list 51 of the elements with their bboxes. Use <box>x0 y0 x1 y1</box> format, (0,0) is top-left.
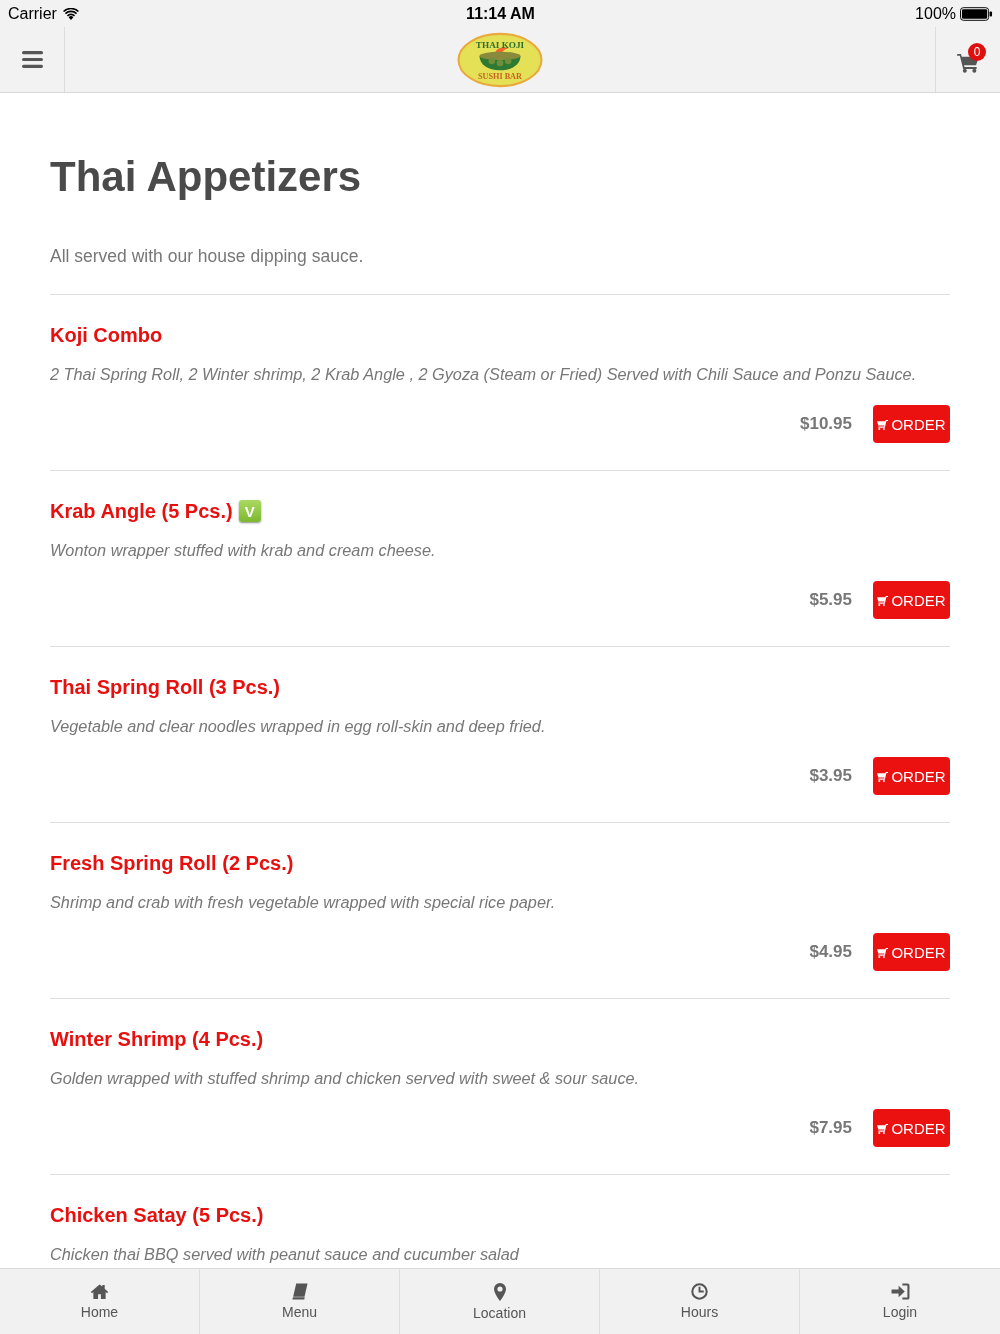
order-button[interactable]: ORDER <box>873 933 950 971</box>
tab-bar-item[interactable]: Login <box>800 1269 1000 1334</box>
map-pin-icon <box>493 1282 506 1301</box>
status-time: 11:14 AM <box>466 4 535 23</box>
item-price: $10.95 <box>800 414 852 434</box>
order-button[interactable]: ORDER <box>873 757 950 795</box>
item-description: Shrimp and crab with fresh vegetable wrapped with special rice paper. <box>50 892 557 913</box>
carrier-label: Carrier <box>8 4 57 23</box>
clock-icon <box>690 1283 709 1300</box>
section-subtitle: All served with our house dipping sauce. <box>50 245 365 268</box>
wifi-icon <box>62 7 79 20</box>
item-description: Wonton wrapper stuffed with krab and cream cheese. <box>50 540 437 561</box>
battery-icon <box>960 6 993 21</box>
item-price: $3.95 <box>809 766 852 786</box>
home-icon <box>90 1283 109 1300</box>
item-price: $5.95 <box>809 590 852 610</box>
battery-percent: 100% <box>915 4 956 23</box>
order-button[interactable]: ORDER <box>873 1109 950 1147</box>
order-button[interactable]: ORDER <box>873 581 950 619</box>
item-name: Krab Angle (5 Pcs.) <box>50 499 233 524</box>
item-price: $4.95 <box>809 942 852 962</box>
tab-bar-item[interactable]: Home <box>0 1269 200 1334</box>
cart-button[interactable]: 0 <box>935 27 1000 92</box>
logo-text: SUSHI BAR <box>478 71 522 81</box>
order-button[interactable]: ORDER <box>873 405 950 443</box>
cart-count-badge: 0 <box>968 43 986 61</box>
tab-bar-item[interactable]: Menu <box>200 1269 400 1334</box>
food-bowl-drawing <box>479 46 521 70</box>
cart-icon <box>877 770 889 782</box>
item-description: 2 Thai Spring Roll, 2 Winter shrimp, 2 Krab Angle , 2 Gyoza (Steam or Fried) Served with Chili Sauce and Ponzu Sauce. <box>50 364 918 385</box>
item-description: Chicken thai BBQ served with peanut sauce and cucumber salad <box>50 1244 520 1265</box>
item-price: $7.95 <box>809 1118 852 1138</box>
logo-text: THAI KOJI <box>475 39 525 50</box>
tab-bar-item[interactable]: Location <box>400 1269 600 1334</box>
cart-icon <box>877 1122 889 1134</box>
book-icon <box>290 1283 309 1300</box>
item-name: Koji Combo <box>50 323 163 348</box>
item-name: Thai Spring Roll (3 Pcs.) <box>50 675 281 700</box>
cart-icon <box>877 594 889 606</box>
cart-icon <box>877 418 889 430</box>
tab-bar-item[interactable]: Hours <box>600 1269 800 1334</box>
item-name: Winter Shrimp (4 Pcs.) <box>50 1027 264 1052</box>
menu-icon <box>21 51 43 68</box>
section-title: Thai Appetizers <box>50 152 363 202</box>
cart-icon <box>877 946 889 958</box>
item-description: Vegetable and clear noodles wrapped in egg roll-skin and deep fried. <box>50 716 547 737</box>
item-description: Golden wrapped with stuffed shrimp and chicken served with sweet & sour sauce. <box>50 1068 641 1089</box>
item-name: Chicken Satay (5 Pcs.) <box>50 1203 264 1228</box>
sign-in-icon <box>890 1283 910 1300</box>
item-name: Fresh Spring Roll (2 Pcs.) <box>50 851 294 876</box>
vegetarian-badge: V <box>238 500 261 522</box>
